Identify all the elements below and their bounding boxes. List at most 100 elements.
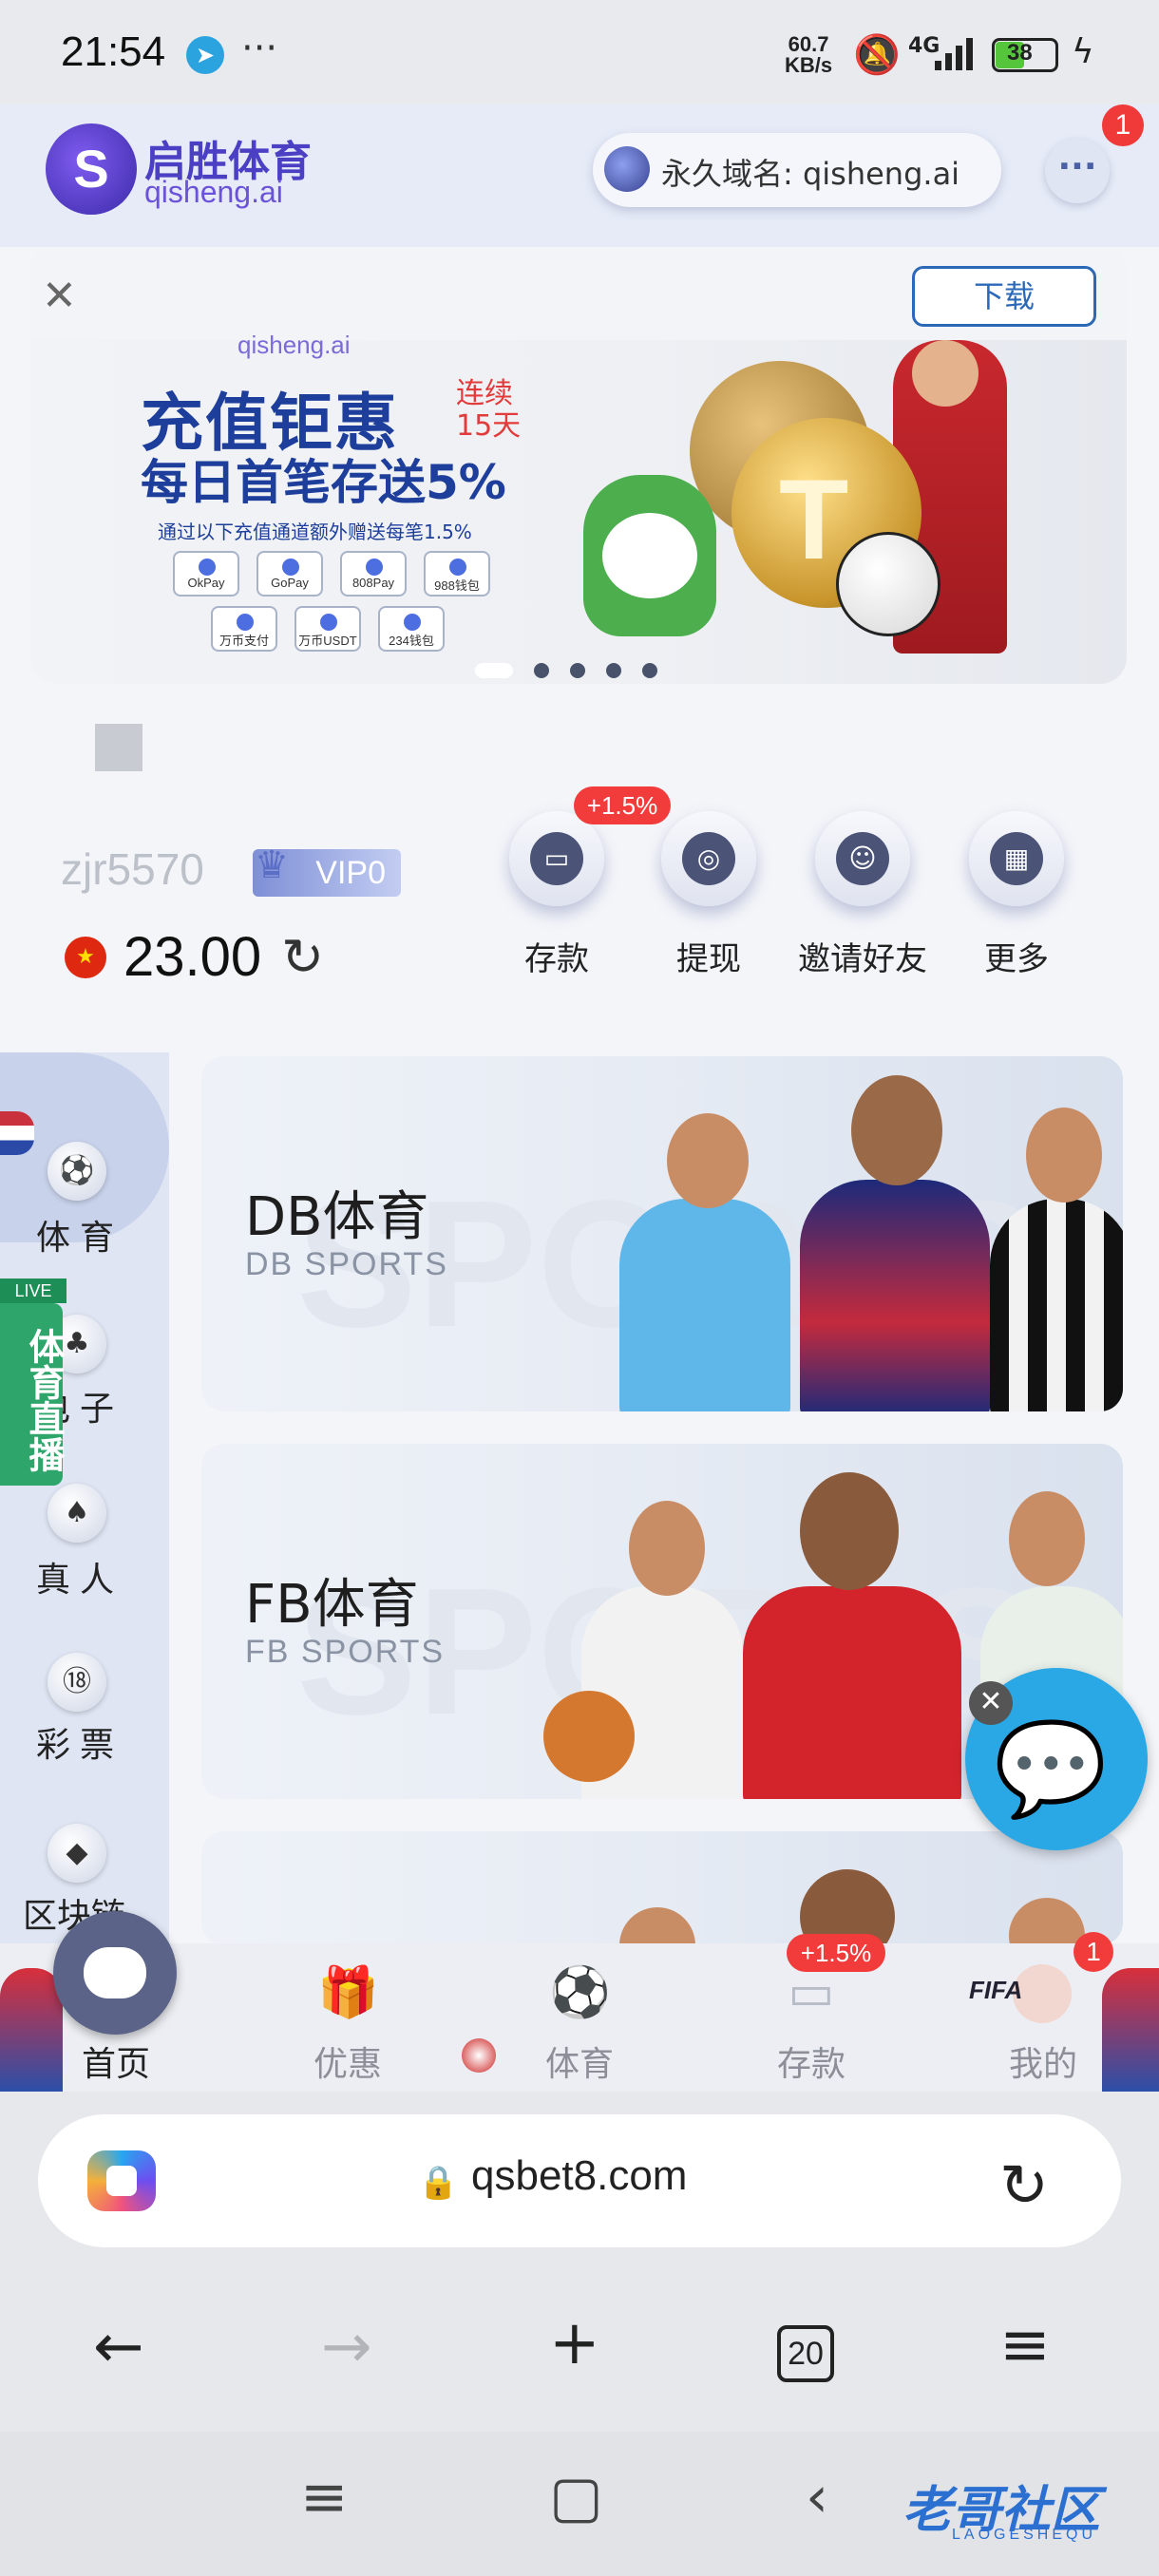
china-flag-icon: ★ (65, 937, 106, 978)
player-illustration (743, 1586, 961, 1799)
home-square-icon[interactable]: ▢ (549, 2464, 603, 2530)
withdraw-button[interactable]: ◎ (661, 811, 756, 906)
bell-off-icon: 🔕 (853, 33, 901, 77)
card-title: DB体育 (245, 1186, 429, 1248)
banner-brand: qisheng.ai (238, 331, 351, 359)
live-tag: LIVE (0, 1279, 66, 1303)
game-card-next[interactable] (201, 1831, 1123, 1945)
invite-button[interactable]: ☺ (815, 811, 910, 906)
banner-pagination (475, 663, 657, 678)
watermark-sub: LAOGESHEQU (952, 2527, 1097, 2543)
payment-label: OkPay (187, 576, 225, 590)
chat-bubbles-icon: 💬 (994, 1715, 1108, 1822)
mascot-face (602, 513, 697, 598)
more-grid-icon: ▦ (990, 832, 1043, 885)
blockchain-icon[interactable]: ◆ (48, 1824, 106, 1883)
domain-label: 永久域名: qisheng.ai (661, 156, 960, 192)
soccer-icon[interactable]: ⚽ (549, 1962, 611, 2023)
status-more: ··· (241, 27, 278, 70)
lottery-icon[interactable]: ⑱ (48, 1653, 106, 1712)
payment-label: 234钱包 (389, 634, 434, 648)
more-label[interactable]: 更多 (931, 933, 1102, 979)
payment-logo-icon (320, 614, 337, 631)
invite-icon: ☺ (836, 832, 889, 885)
system-back-icon[interactable]: ‹ (806, 2464, 828, 2530)
player-illustration (619, 1199, 790, 1411)
deposit-button[interactable]: ▭ (509, 811, 604, 906)
soccer-ball-decor (462, 2038, 496, 2073)
forward-icon[interactable]: → (321, 2312, 372, 2382)
logo-subtitle[interactable]: qisheng.ai (144, 175, 283, 210)
telegram-icon: ➤ (186, 36, 224, 74)
player-illustration (800, 1180, 990, 1411)
payment-chip: 808Pay (340, 551, 407, 597)
game-card-db-sports[interactable]: SPORTS DB体育 DB SPORTS (201, 1056, 1123, 1411)
message-badge: 1 (1102, 104, 1144, 146)
payment-chip: 234钱包 (378, 606, 445, 652)
pagination-dot[interactable] (534, 663, 549, 678)
sidebar-item-live-casino[interactable]: 真人 (36, 1552, 124, 1601)
back-icon[interactable]: ← (93, 2312, 144, 2382)
soccer-icon[interactable]: ⚽ (48, 1142, 106, 1201)
card-subtitle: DB SPORTS (245, 1246, 448, 1282)
payment-label: 808Pay (352, 576, 395, 590)
home-icon (84, 1947, 146, 1998)
soccer-ball-illustration (836, 532, 940, 636)
close-icon[interactable]: ✕ (969, 1681, 1013, 1725)
payment-label: 万币USDT (298, 634, 357, 648)
pagination-dot-active[interactable] (475, 663, 513, 678)
profile-badge: 1 (1074, 1932, 1113, 1972)
net-speed: 60.7 KB/s (785, 34, 832, 76)
pagination-dot[interactable] (642, 663, 657, 678)
live-dealer-icon[interactable]: ♠ (48, 1484, 106, 1543)
status-time: 21:54 (61, 28, 166, 75)
net-speed-unit: KB/s (785, 53, 833, 77)
net-speed-value: 60.7 (788, 32, 829, 56)
player-head (851, 1075, 942, 1185)
url-text[interactable]: qsbet8.com (471, 2152, 687, 2200)
status-bar (0, 0, 1159, 104)
deposit-icon: ▭ (530, 832, 583, 885)
pagination-dot[interactable] (606, 663, 621, 678)
charging-icon: ϟ (1072, 32, 1094, 71)
invite-label[interactable]: 邀请好友 (777, 933, 948, 979)
tab-promotions[interactable]: 优惠 (272, 2036, 424, 2086)
banner-badge: 连续15天 (456, 377, 522, 443)
withdraw-label[interactable]: 提现 (623, 933, 794, 979)
download-button[interactable]: 下载 (912, 266, 1096, 327)
tab-sports[interactable]: 体育 (504, 2036, 656, 2086)
tab-me[interactable]: 我的 (967, 2036, 1119, 2086)
tab-count-button[interactable]: 20 (777, 2325, 834, 2382)
balance: 23.00 (124, 926, 262, 988)
card-subtitle: FB SPORTS (245, 1634, 446, 1670)
sidebar-item-sports[interactable]: 体育 (36, 1210, 124, 1260)
payment-logo-icon (282, 559, 299, 576)
player-head (800, 1472, 899, 1590)
gift-icon[interactable]: 🎁 (317, 1962, 379, 2023)
logo-icon[interactable]: S (46, 123, 137, 215)
sidebar-item-lottery[interactable]: 彩票 (36, 1717, 124, 1767)
payment-chip: 万币USDT (294, 606, 361, 652)
tab-home-label[interactable]: 首页 (40, 2036, 192, 2086)
menu-icon[interactable]: ≡ (999, 2310, 1051, 2380)
more-button[interactable]: ▦ (969, 811, 1064, 906)
us-flag-decor (0, 1111, 34, 1155)
live-sports-tab[interactable]: 体育直播 (0, 1303, 65, 1486)
reload-icon[interactable]: ↻ (999, 2150, 1049, 2220)
username: zjr5570 (61, 844, 204, 894)
tab-deposit[interactable]: 存款 (735, 2036, 887, 2086)
payment-logo-icon (199, 559, 216, 576)
payment-logo-icon (404, 614, 421, 631)
payment-logo-icon (449, 559, 466, 576)
deposit-label[interactable]: 存款 (471, 933, 642, 979)
new-tab-icon[interactable]: + (549, 2308, 600, 2378)
banner-note: 通过以下充值通道额外赠送每笔1.5% (158, 521, 472, 543)
copilot-icon-center (106, 2166, 137, 2196)
payment-chip: 988钱包 (424, 551, 490, 597)
recents-icon[interactable]: ≡ (300, 2464, 348, 2530)
refresh-icon[interactable]: ↻ (281, 927, 324, 987)
message-button[interactable]: ··· (1045, 139, 1110, 203)
pagination-dot[interactable] (570, 663, 585, 678)
close-icon[interactable]: ✕ (42, 272, 77, 320)
crown-icon: ♛ (255, 843, 289, 887)
